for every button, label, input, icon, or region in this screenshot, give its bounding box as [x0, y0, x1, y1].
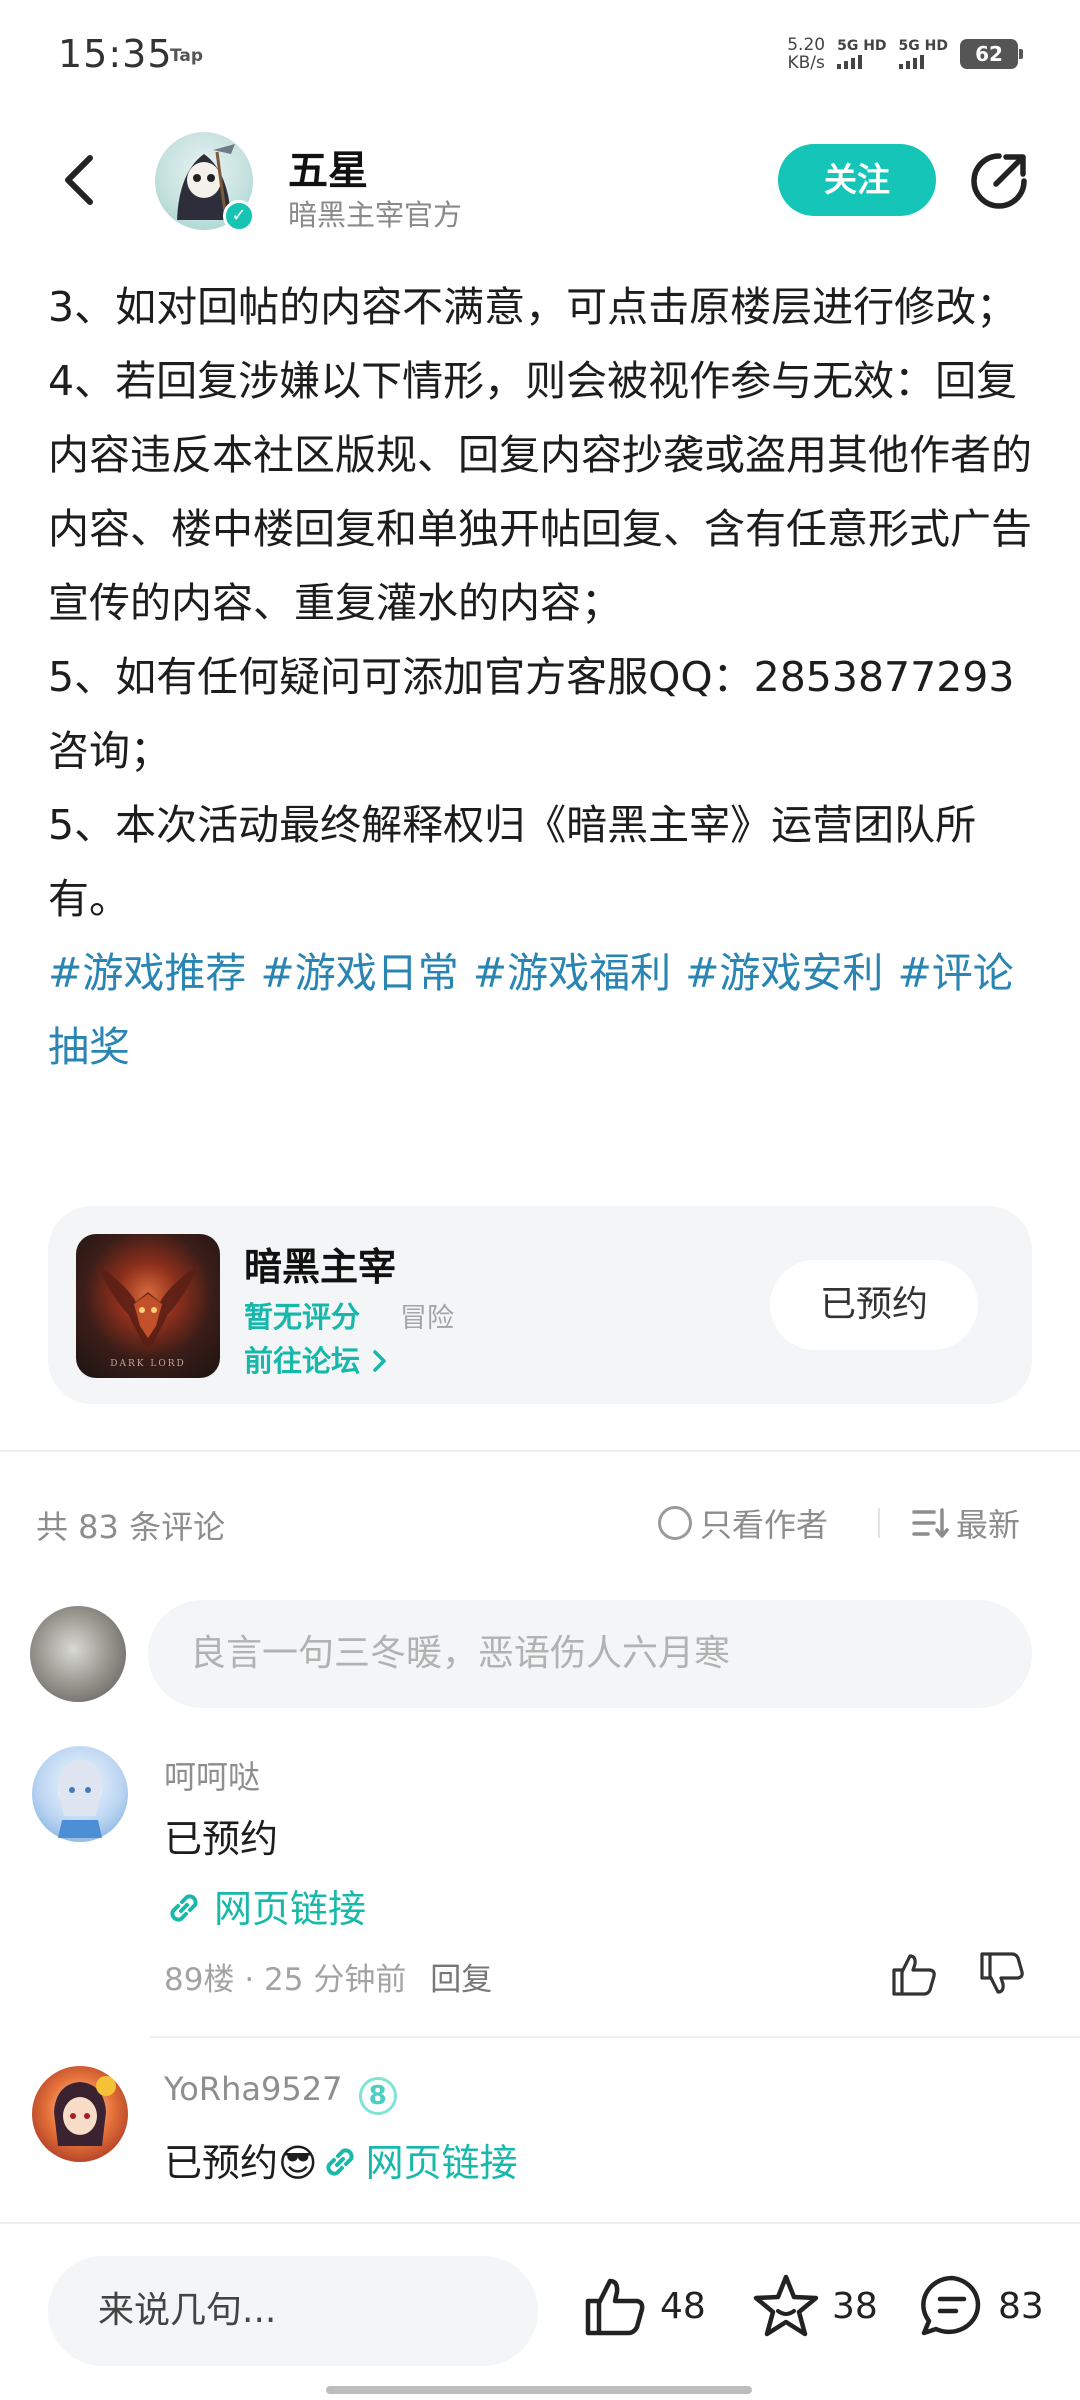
reserved-button[interactable]: 已预约 — [770, 1260, 978, 1350]
commenter-name[interactable]: YoRha9527 8 — [164, 2070, 397, 2115]
sort-icon — [912, 1508, 949, 1538]
thumbs-up-icon — [585, 2278, 645, 2336]
link-icon — [170, 1894, 198, 1922]
signal-icon: 5G HD — [898, 39, 948, 69]
post-paragraph: 5、本次活动最终解释权归《暗黑主宰》运营团队所有。 — [48, 801, 977, 923]
favorite-button[interactable]: 38 — [752, 2266, 878, 2346]
sort-latest-button[interactable]: 最新 — [912, 1500, 1020, 1546]
author-name[interactable]: 五星 — [288, 138, 368, 196]
section-divider — [0, 1450, 1080, 1452]
floor-number: 89楼 — [164, 1962, 235, 1998]
link-icon — [326, 2148, 354, 2176]
home-indicator[interactable] — [326, 2386, 752, 2394]
game-rating: 暂无评分 — [244, 1300, 361, 1334]
web-link[interactable]: 网页链接 — [318, 2141, 518, 2185]
verified-badge-icon: ✓ — [223, 200, 255, 232]
follow-button[interactable]: 关注 — [778, 144, 936, 216]
bottom-action-bar: 来说几句... 48 38 83 — [0, 2222, 1080, 2400]
level-badge: 8 — [358, 2077, 397, 2115]
tap-indicator: Tap — [170, 46, 204, 66]
status-time: 15:35 — [58, 32, 173, 76]
topic-tag[interactable]: #游戏推荐 — [48, 949, 246, 997]
commenter-name[interactable]: 呵呵哒 — [164, 1752, 260, 1798]
topic-tag[interactable]: #游戏安利 — [685, 949, 883, 997]
post-body: 3、如对回帖的内容不满意，可点击原楼层进行修改； 4、若回复涉嫌以下情形，则会被… — [48, 270, 1038, 1084]
game-genre: 冒险 — [400, 1303, 454, 1334]
post-paragraph: 3、如对回帖的内容不满意，可点击原楼层进行修改； — [48, 283, 1018, 331]
topic-tag[interactable]: #游戏福利 — [473, 949, 671, 997]
share-icon — [971, 153, 1027, 209]
comment-separator — [150, 2036, 1080, 2038]
author-subtitle: 暗黑主宰官方 — [288, 198, 463, 232]
author-only-toggle[interactable]: 只看作者 — [658, 1500, 828, 1546]
post-paragraph: 5、如有任何疑问可添加官方客服QQ：2853877293咨询； — [48, 653, 1015, 775]
quick-comment-input[interactable]: 来说几句... — [48, 2256, 538, 2366]
comment-text: 已预约😎 网页链接 — [164, 2141, 518, 2185]
anime-girl-avatar-icon — [54, 2076, 116, 2146]
chevron-left-icon — [65, 155, 93, 205]
comment-meta: 89楼 · 25 分钟前 回复 — [164, 1962, 493, 1998]
status-bar: 15:35 Tap 5.20 KB/s 5G HD 5G HD 62 — [0, 0, 1080, 110]
comment-count: 共 83 条评论 — [36, 1508, 226, 1546]
comment-time: 25 分钟前 — [264, 1962, 407, 1998]
vertical-separator — [878, 1508, 880, 1538]
comment-button[interactable]: 83 — [918, 2266, 1044, 2346]
signal-icon: 5G HD — [837, 39, 887, 69]
game-icon[interactable]: DARK LORD — [76, 1234, 220, 1378]
share-button[interactable] — [966, 148, 1032, 214]
commenter-avatar[interactable] — [32, 2066, 128, 2162]
like-count: 48 — [660, 2285, 706, 2327]
svg-text:DARK LORD: DARK LORD — [110, 1359, 185, 1369]
game-card[interactable]: DARK LORD 暗黑主宰 暂无评分 冒险 前往论坛 已预约 — [48, 1206, 1032, 1404]
radio-icon — [658, 1506, 692, 1540]
post-paragraph: 4、若回复涉嫌以下情形，则会被视作参与无效：回复内容违反本社区版规、回复内容抄袭… — [48, 357, 1032, 627]
favorite-count: 38 — [832, 2285, 878, 2327]
user-avatar[interactable] — [30, 1606, 126, 1702]
like-button[interactable]: 48 — [582, 2266, 706, 2346]
game-title: 暗黑主宰 — [244, 1245, 397, 1289]
star-icon — [753, 2274, 819, 2337]
status-icons: 5.20 KB/s 5G HD 5G HD 62 — [787, 35, 1023, 73]
network-speed: 5.20 KB/s — [787, 35, 826, 73]
back-button[interactable] — [52, 150, 112, 210]
reply-button[interactable]: 回复 — [430, 1962, 492, 1998]
comment-input[interactable]: 良言一句三冬暖，恶语伤人六月寒 — [148, 1600, 1032, 1708]
demon-emblem-icon: DARK LORD — [96, 1264, 200, 1369]
commenter-avatar[interactable] — [32, 1746, 128, 1842]
comment-item: 呵呵哒 已预约 网页链接 89楼 · 25 分钟前 回复 — [0, 1740, 1080, 2038]
topic-tag[interactable]: #游戏日常 — [260, 949, 458, 997]
battery-icon: 62 — [960, 39, 1023, 69]
comment-item: YoRha9527 8 已预约😎 网页链接 — [0, 2060, 1080, 2220]
web-link[interactable]: 网页链接 — [164, 1878, 366, 1933]
chevron-right-icon — [373, 1350, 386, 1372]
topic-tags: #游戏推荐 #游戏日常 #游戏福利 #游戏安利 #评论抽奖 — [48, 936, 1038, 1084]
comment-text: 已预约 — [164, 1817, 279, 1861]
post-header: ✓ 五星 暗黑主宰官方 关注 — [0, 120, 1080, 250]
thumbs-down-icon[interactable] — [976, 1948, 1028, 2000]
thumbs-up-icon[interactable] — [888, 1948, 940, 2000]
comment-count-badge: 83 — [998, 2285, 1044, 2327]
author-avatar[interactable]: ✓ — [155, 132, 255, 232]
forum-link[interactable]: 前往论坛 — [244, 1338, 390, 1380]
anime-girl-avatar-icon — [58, 1760, 102, 1838]
comment-bubble-icon — [921, 2275, 981, 2336]
